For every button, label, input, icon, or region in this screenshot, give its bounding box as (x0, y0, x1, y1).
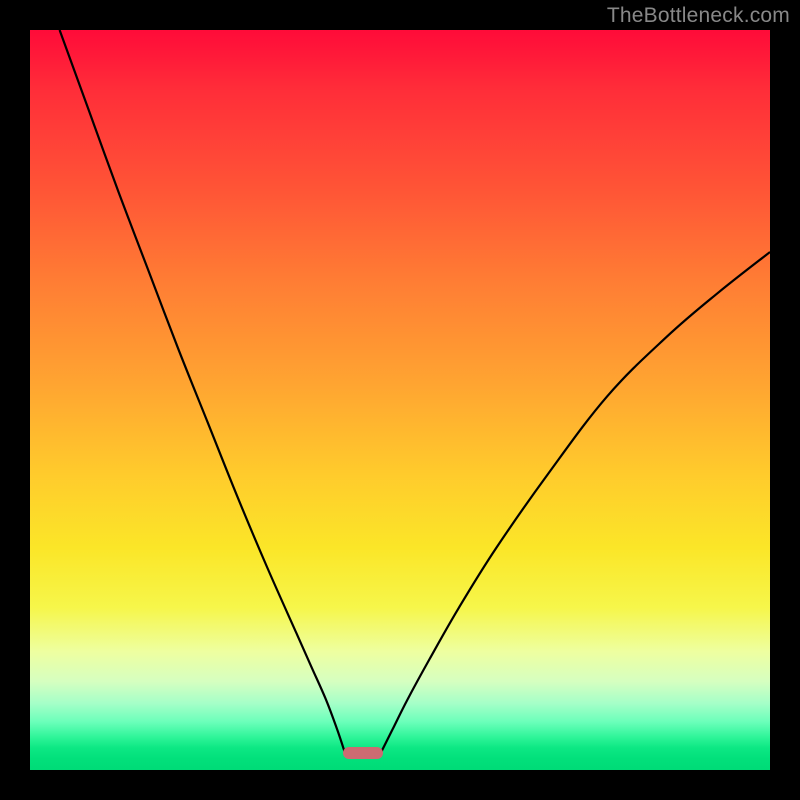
bottleneck-marker (343, 747, 383, 759)
chart-plot-area (30, 30, 770, 770)
curve-left-branch (60, 30, 345, 752)
watermark-text: TheBottleneck.com (607, 4, 790, 28)
chart-frame: TheBottleneck.com (0, 0, 800, 800)
bottleneck-curve (30, 30, 770, 770)
curve-right-branch (382, 252, 771, 752)
